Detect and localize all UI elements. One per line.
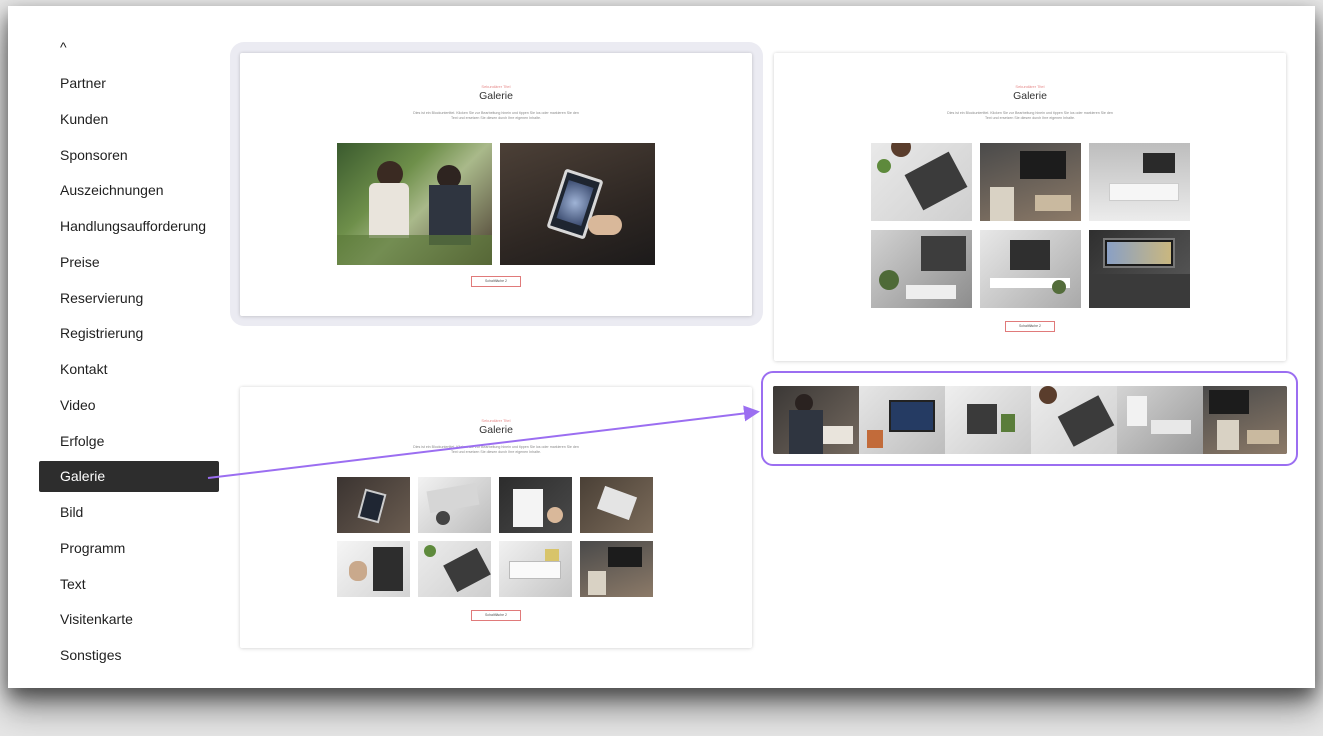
pointer-arrow-icon (207, 405, 760, 479)
app-window: ^ Partner Kunden Sponsoren Auszeichnunge… (8, 6, 1315, 688)
